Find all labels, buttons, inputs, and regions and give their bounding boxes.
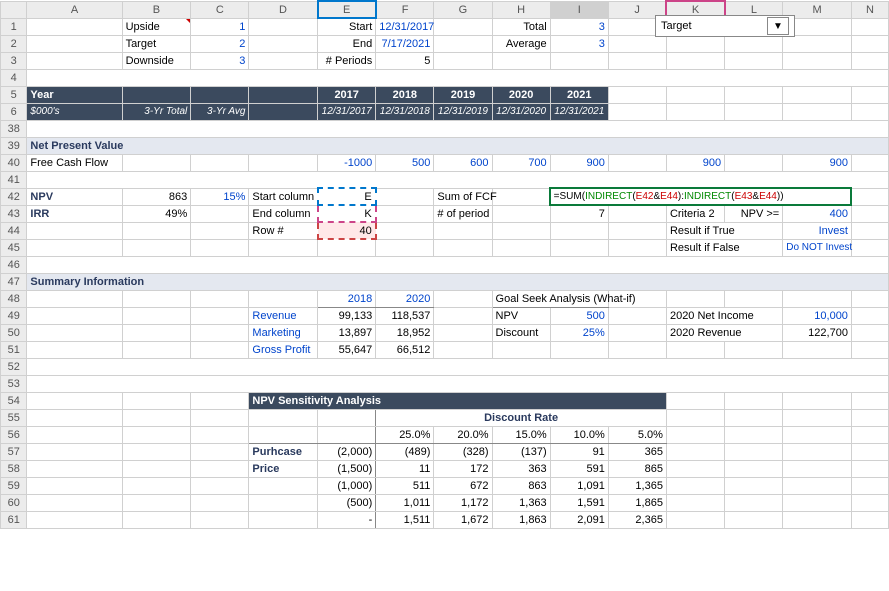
gross-profit-link[interactable]: Gross Profit — [249, 341, 318, 358]
year-header: Year — [27, 86, 122, 103]
dropdown-label: Target — [661, 20, 692, 32]
spreadsheet-grid[interactable]: ABC DEFG HIJK LMN 1 Upside 1 Start 12/31… — [0, 0, 889, 529]
scenario-dropdown[interactable]: Target ▼ — [655, 15, 795, 37]
sensitivity-header: NPV Sensitivity Analysis — [249, 392, 667, 409]
start-column-cell[interactable]: E — [318, 188, 376, 205]
end-column-cell[interactable]: K — [318, 205, 376, 222]
formula-cell[interactable]: =SUM(INDIRECT(E42&E44):INDIRECT(E43&E44)… — [550, 188, 851, 205]
summary-section: Summary Information — [27, 273, 889, 290]
marketing-link[interactable]: Marketing — [249, 324, 318, 341]
chevron-down-icon: ▼ — [767, 17, 789, 35]
revenue-link[interactable]: Revenue — [249, 307, 318, 324]
upside-value: 1 — [191, 18, 249, 35]
row-num-cell[interactable]: 40 — [318, 222, 376, 239]
npv-section: Net Present Value — [27, 137, 889, 154]
upside-label: Upside — [122, 18, 191, 35]
